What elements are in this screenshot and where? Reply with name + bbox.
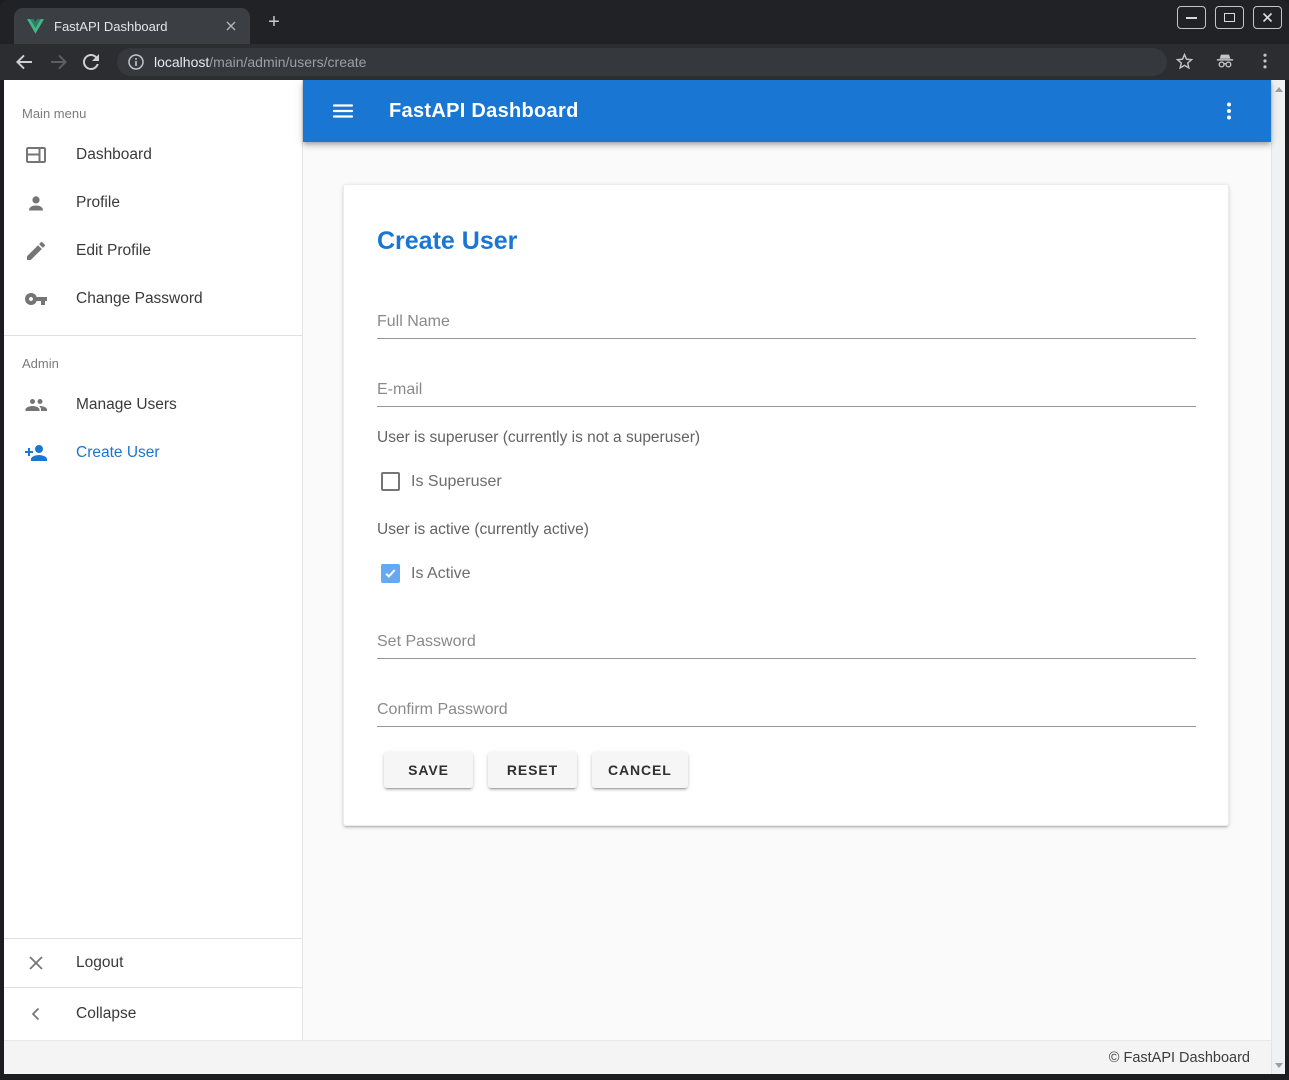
is-active-label: Is Active [411, 565, 471, 583]
confirm-password-field[interactable]: Confirm Password [377, 697, 1196, 727]
address-bar[interactable]: localhost/main/admin/users/create [117, 48, 1167, 76]
sidebar-item-label: Create User [76, 444, 160, 462]
window-controls [1177, 6, 1282, 29]
app-bar-title: FastAPI Dashboard [389, 100, 579, 123]
sidebar-item-label: Collapse [76, 1005, 136, 1023]
close-x-icon [24, 951, 48, 975]
scrollbar-up-arrow[interactable] [1272, 82, 1285, 96]
page-scrollbar[interactable] [1271, 80, 1285, 1074]
sidebar-section-main-menu: Main menu [4, 80, 302, 131]
person-icon [24, 191, 48, 215]
sidebar-item-label: Profile [76, 194, 120, 212]
confirm-password-label: Confirm Password [377, 701, 508, 726]
sidebar-section-admin: Admin [4, 336, 302, 381]
browser-toolbar: localhost/main/admin/users/create [0, 44, 1289, 80]
sidebar-item-create-user[interactable]: Create User [4, 429, 302, 477]
pencil-icon [24, 239, 48, 263]
checkbox-checked-icon [381, 564, 400, 583]
app-bar: FastAPI Dashboard [303, 80, 1271, 142]
is-superuser-checkbox[interactable]: Is Superuser [381, 472, 502, 491]
set-password-field[interactable]: Set Password [377, 629, 1196, 659]
scrollbar-down-arrow[interactable] [1272, 1058, 1285, 1072]
sidebar-item-label: Change Password [76, 290, 203, 308]
back-icon[interactable] [12, 50, 36, 74]
tab-close-icon[interactable] [222, 17, 240, 35]
sidebar-item-label: Logout [76, 954, 123, 972]
cancel-button[interactable]: CANCEL [592, 752, 688, 788]
reset-button[interactable]: RESET [488, 752, 577, 788]
sidebar-item-label: Manage Users [76, 396, 177, 414]
footer-copyright: © FastAPI Dashboard [1109, 1050, 1250, 1066]
sidebar-item-manage-users[interactable]: Manage Users [4, 381, 302, 429]
sidebar-item-change-password[interactable]: Change Password [4, 275, 302, 323]
person-add-icon [24, 441, 48, 465]
email-field[interactable]: E-mail [377, 377, 1196, 407]
sidebar: Main menu Dashboard Profile Edit Profile [4, 80, 303, 1040]
sidebar-item-profile[interactable]: Profile [4, 179, 302, 227]
window-minimize-button[interactable] [1177, 6, 1206, 29]
set-password-label: Set Password [377, 633, 476, 658]
full-name-field[interactable]: Full Name [377, 309, 1196, 339]
tab-title: FastAPI Dashboard [54, 19, 222, 34]
sidebar-spacer [4, 477, 302, 938]
sidebar-item-label: Dashboard [76, 146, 152, 164]
hamburger-menu-icon[interactable] [331, 99, 355, 123]
is-superuser-label: Is Superuser [411, 473, 502, 491]
bookmark-star-icon[interactable] [1174, 51, 1195, 72]
browser-tab[interactable]: FastAPI Dashboard [14, 8, 250, 44]
url-text: localhost/main/admin/users/create [154, 54, 366, 70]
dashboard-icon [24, 143, 48, 167]
refresh-icon[interactable] [79, 50, 103, 74]
window-maximize-button[interactable] [1215, 6, 1244, 29]
card-title: Create User [377, 227, 517, 256]
app-bar-menu-icon[interactable] [1217, 99, 1241, 123]
browser-window: FastAPI Dashboard + [0, 0, 1289, 1080]
full-name-label: Full Name [377, 313, 450, 338]
sidebar-item-label: Edit Profile [76, 242, 151, 260]
checkbox-unchecked-icon [381, 472, 400, 491]
forward-icon[interactable] [47, 50, 71, 74]
chevron-left-icon [24, 1002, 48, 1026]
vue-favicon-icon [27, 19, 44, 34]
people-icon [24, 393, 48, 417]
incognito-icon [1214, 50, 1236, 72]
email-label: E-mail [377, 381, 422, 406]
sidebar-item-dashboard[interactable]: Dashboard [4, 131, 302, 179]
new-tab-button[interactable]: + [262, 11, 286, 35]
close-icon [1262, 12, 1273, 23]
url-host: localhost [154, 54, 209, 70]
form-buttons: SAVE RESET CANCEL [384, 752, 688, 788]
sidebar-item-logout[interactable]: Logout [4, 939, 302, 987]
page-footer: © FastAPI Dashboard [4, 1040, 1271, 1074]
maximize-icon [1224, 13, 1235, 22]
page-content: Main menu Dashboard Profile Edit Profile [4, 80, 1285, 1074]
create-user-card: Create User Full Name E-mail User is sup… [343, 184, 1229, 826]
sidebar-item-edit-profile[interactable]: Edit Profile [4, 227, 302, 275]
minimize-icon [1186, 17, 1197, 19]
site-info-icon[interactable] [127, 53, 145, 71]
url-path: /main/admin/users/create [209, 54, 366, 70]
active-note: User is active (currently active) [377, 521, 589, 539]
is-active-checkbox[interactable]: Is Active [381, 564, 471, 583]
sidebar-item-collapse[interactable]: Collapse [4, 988, 302, 1040]
browser-titlebar: FastAPI Dashboard + [0, 0, 1289, 44]
superuser-note: User is superuser (currently is not a su… [377, 429, 700, 447]
save-button[interactable]: SAVE [384, 752, 473, 788]
key-icon [24, 287, 48, 311]
toolbar-right-icons [1174, 50, 1275, 72]
browser-menu-icon[interactable] [1255, 51, 1275, 71]
window-close-button[interactable] [1253, 6, 1282, 29]
